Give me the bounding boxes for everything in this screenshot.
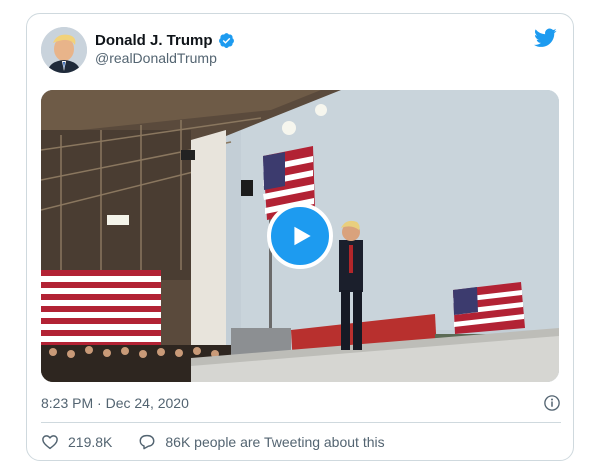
speech-bubble-icon [139,434,155,450]
twitter-bird-icon[interactable] [534,28,557,48]
conversation-text: 86K people are Tweeting about this [165,434,385,450]
author-handle[interactable]: @realDonaldTrump [95,50,217,66]
tweet-timestamp[interactable]: 8:23 PM · Dec 24, 2020 [41,395,189,411]
timestamp-row: 8:23 PM · Dec 24, 2020 [41,392,561,414]
play-icon [294,226,311,246]
tweet-video[interactable] [41,90,559,382]
like-button[interactable]: 219.8K [41,433,112,451]
heart-icon [42,435,58,450]
divider [41,422,561,423]
like-count: 219.8K [68,434,113,450]
tweet-actions: 219.8K 86K people are Tweeting about thi… [41,431,385,453]
tweet-embed-card[interactable]: Donald J. Trump @realDonaldTrump 8:23 PM… [26,13,574,461]
info-icon[interactable] [543,394,561,412]
conversation-link[interactable]: 86K people are Tweeting about this [138,433,385,451]
author-name-row[interactable]: Donald J. Trump [95,30,235,50]
author-display-name[interactable]: Donald J. Trump [95,32,213,49]
avatar[interactable] [41,27,87,73]
verified-badge-icon [218,32,235,49]
play-button[interactable] [267,203,333,269]
